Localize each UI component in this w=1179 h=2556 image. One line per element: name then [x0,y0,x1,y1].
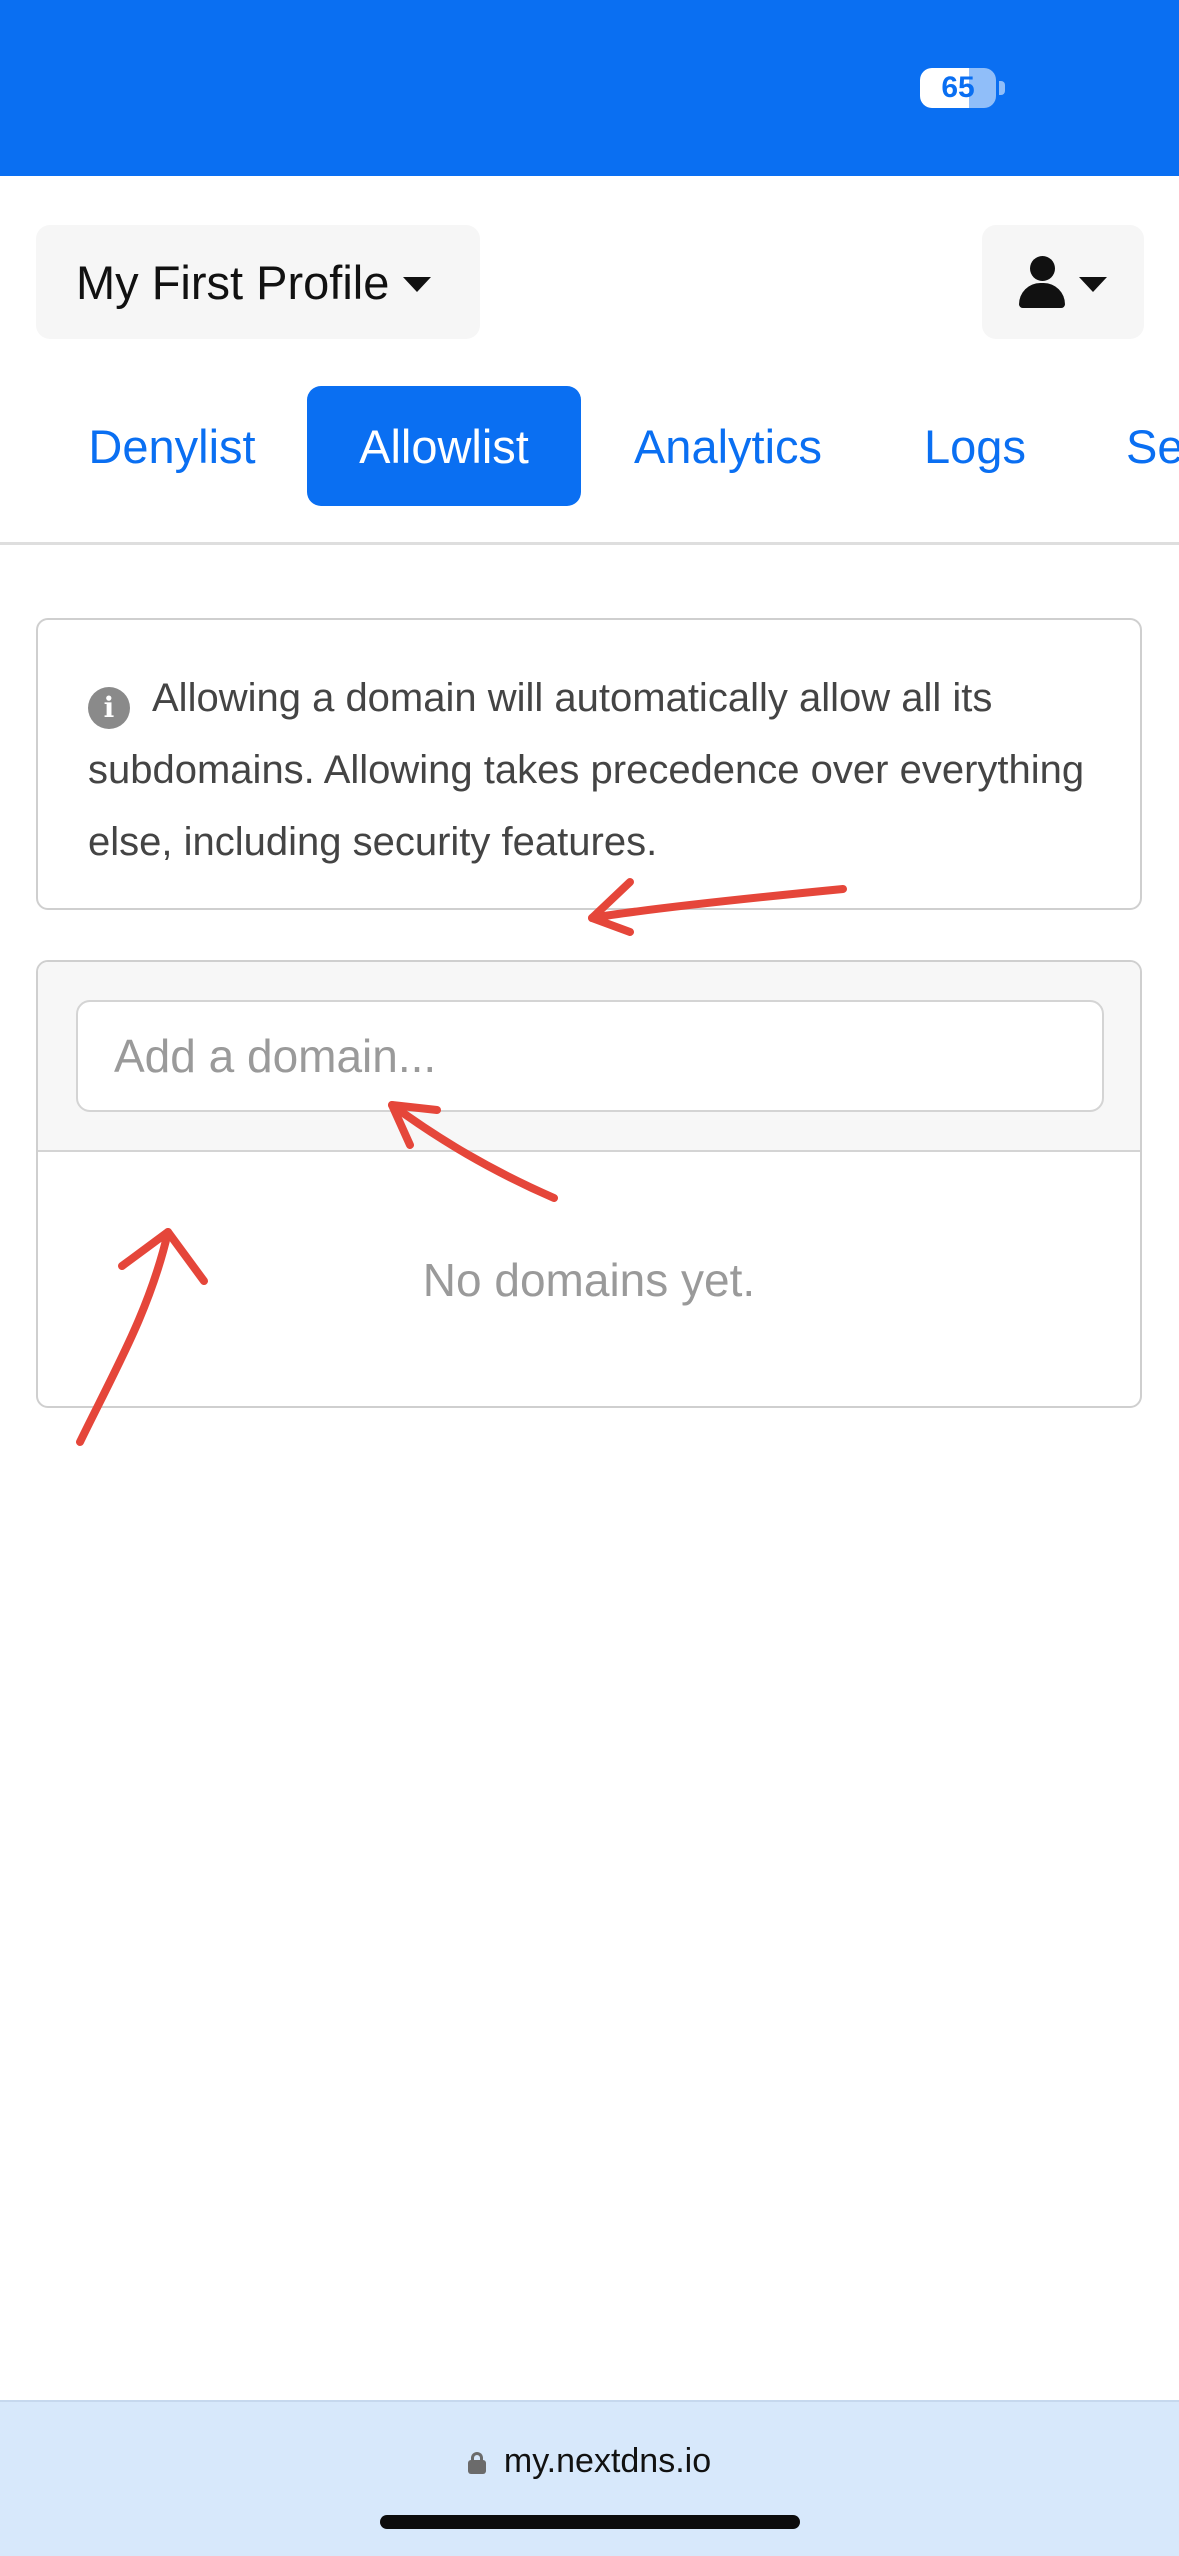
battery-level: 65 [941,71,975,104]
allowlist-card: No domains yet. [36,960,1142,1408]
nav-tabs: Denylist Allowlist Analytics Logs Se [0,386,1179,506]
tab-denylist[interactable]: Denylist [52,386,292,506]
lock-icon [467,2452,486,2474]
account-menu-button[interactable] [982,225,1144,339]
profile-dropdown[interactable]: My First Profile [36,225,480,339]
tab-logs[interactable]: Logs [895,386,1055,506]
battery-tip [999,81,1005,95]
status-bar: 65 [0,0,1179,176]
tabs-divider [0,542,1179,545]
url-text: my.nextdns.io [503,2442,712,2480]
info-alert: i Allowing a domain will automatically al… [36,618,1142,910]
card-header [38,962,1140,1152]
home-indicator[interactable] [380,2515,800,2529]
info-icon: i [88,687,130,729]
info-text: Allowing a domain will automatically all… [88,676,1085,864]
tab-analytics[interactable]: Analytics [608,386,848,506]
tab-allowlist[interactable]: Allowlist [307,386,581,506]
user-icon [1019,256,1065,308]
chevron-down-icon [1079,276,1107,292]
chevron-down-icon [403,276,432,292]
profile-name: My First Profile [76,255,390,309]
empty-state-message: No domains yet. [422,1254,756,1306]
browser-url-bar[interactable]: my.nextdns.io [0,2400,1179,2556]
battery-icon: 65 [920,68,996,108]
add-domain-input[interactable] [76,1000,1104,1112]
tab-settings[interactable]: Se [1098,386,1179,506]
